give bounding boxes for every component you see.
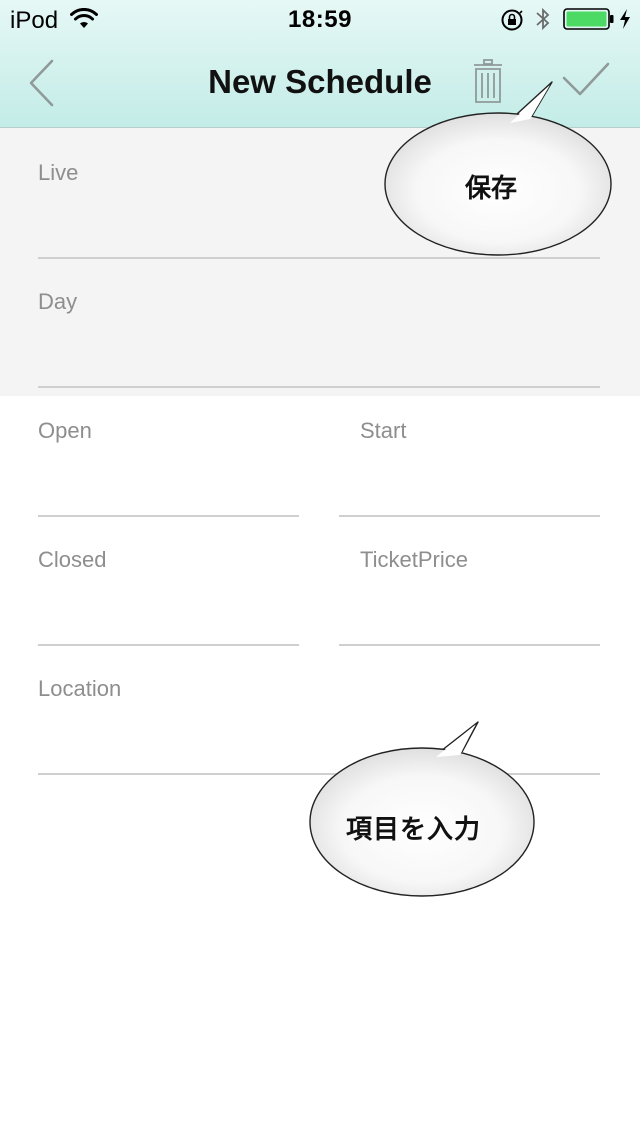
divider <box>38 644 299 646</box>
save-callout-bubble: 保存 <box>380 76 620 262</box>
ticket-price-label: TicketPrice <box>360 547 468 572</box>
bluetooth-icon <box>536 7 550 31</box>
day-field[interactable]: Day <box>38 289 600 388</box>
open-field[interactable]: Open <box>38 418 299 517</box>
location-label: Location <box>38 676 122 701</box>
closed-input[interactable] <box>38 587 299 631</box>
start-label: Start <box>360 418 407 443</box>
orientation-lock-icon <box>501 9 523 31</box>
ticket-price-input[interactable] <box>339 587 600 631</box>
closed-label: Closed <box>38 547 107 572</box>
start-field[interactable]: Start <box>339 418 600 517</box>
closed-field[interactable]: Closed <box>38 547 299 646</box>
status-bar: iPod 18:59 <box>0 0 640 40</box>
open-label: Open <box>38 418 92 443</box>
charging-icon <box>620 9 630 29</box>
ticket-price-field[interactable]: TicketPrice <box>339 547 600 646</box>
live-label: Live <box>38 160 79 185</box>
divider <box>339 515 600 517</box>
divider <box>38 515 299 517</box>
input-callout-text: 項目を入力 <box>346 815 482 845</box>
day-input[interactable] <box>38 329 600 373</box>
input-callout-bubble: 項目を入力 <box>304 716 540 902</box>
battery-icon <box>563 8 614 30</box>
start-input[interactable] <box>339 458 600 502</box>
open-input[interactable] <box>38 458 299 502</box>
day-label: Day <box>38 289 78 314</box>
save-callout-text: 保存 <box>465 174 518 204</box>
divider <box>339 644 600 646</box>
divider <box>38 386 600 388</box>
